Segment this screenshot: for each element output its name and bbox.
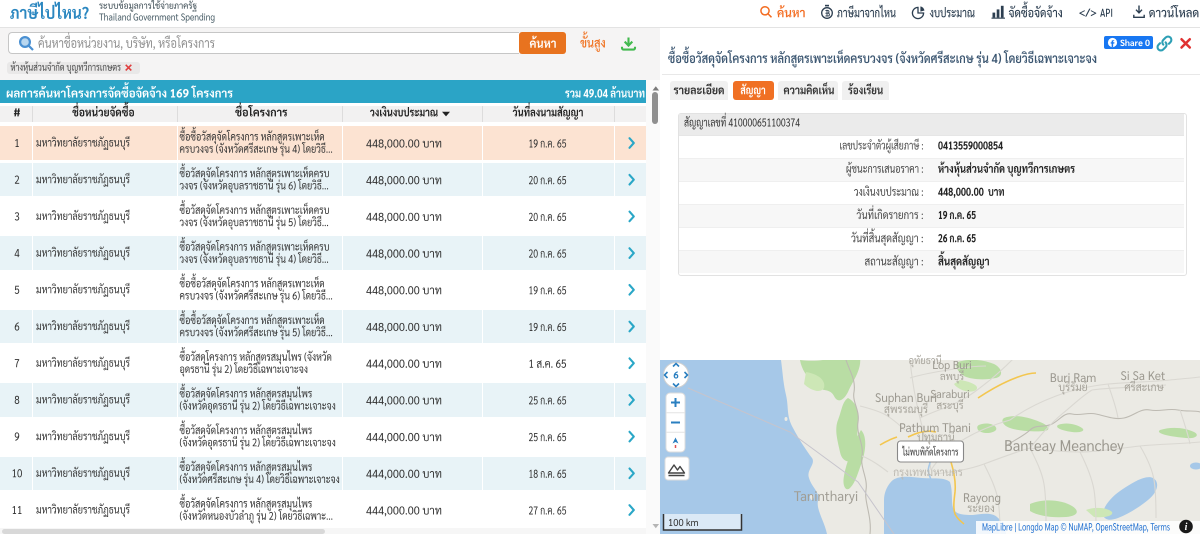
svg-text:i: i	[1185, 522, 1188, 533]
